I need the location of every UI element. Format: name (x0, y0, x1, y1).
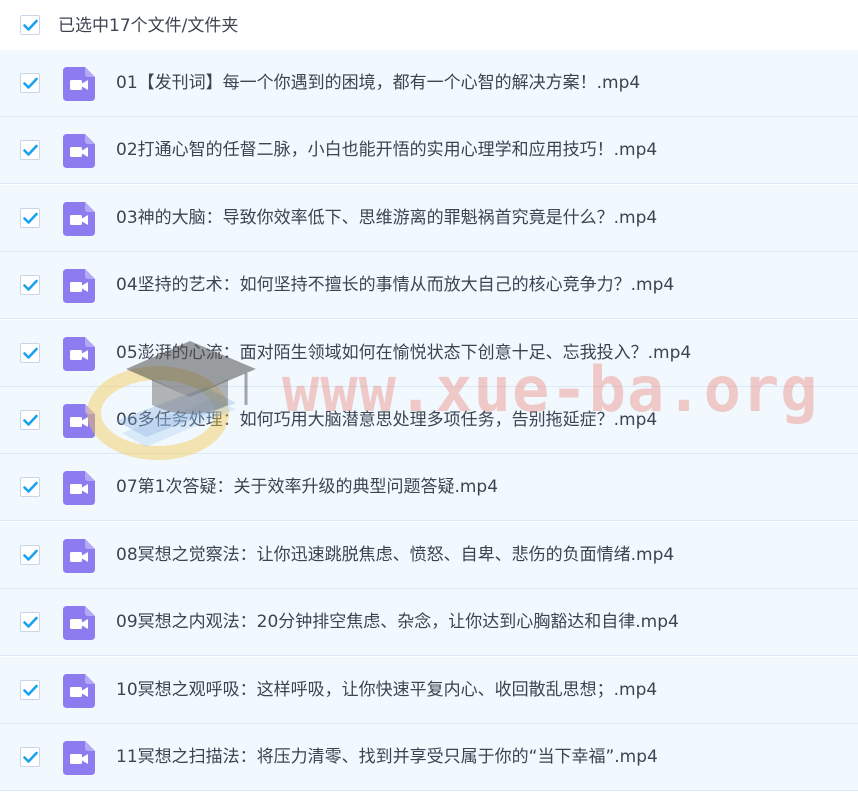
file-row[interactable]: 08冥想之觉察法：让你迅速跳脱焦虑、愤怒、自卑、悲伤的负面情绪.mp4 (0, 522, 858, 589)
file-row[interactable]: 05澎湃的心流：面对陌生领域如何在愉悦状态下创意十足、忘我投入？.mp4 (0, 320, 858, 387)
file-checkbox[interactable] (20, 140, 40, 160)
video-file-icon (63, 202, 95, 236)
file-row[interactable]: 11冥想之扫描法：将压力清零、找到并享受只属于你的“当下幸福”.mp4 (0, 724, 858, 791)
video-file-icon (63, 404, 95, 438)
checkbox-checked-icon (23, 481, 38, 493)
file-name[interactable]: 01【发刊词】每一个你遇到的困境，都有一个心智的解决方案！.mp4 (116, 71, 640, 95)
file-checkbox[interactable] (20, 477, 40, 497)
file-name[interactable]: 08冥想之觉察法：让你迅速跳脱焦虑、愤怒、自卑、悲伤的负面情绪.mp4 (116, 543, 674, 567)
file-name[interactable]: 09冥想之内观法：20分钟排空焦虑、杂念，让你达到心胸豁达和自律.mp4 (116, 610, 679, 634)
checkbox-checked-icon (23, 616, 38, 628)
video-file-icon (63, 674, 95, 708)
file-name[interactable]: 02打通心智的任督二脉，小白也能开悟的实用心理学和应用技巧！.mp4 (116, 138, 657, 162)
file-row[interactable]: 06多任务处理：如何巧用大脑潜意思处理多项任务，告别拖延症？.mp4 (0, 387, 858, 454)
video-file-icon (63, 471, 95, 505)
video-file-icon (63, 741, 95, 775)
checkbox-checked-icon (23, 549, 38, 561)
file-checkbox[interactable] (20, 545, 40, 565)
video-file-icon (63, 269, 95, 303)
checkbox-checked-icon (23, 347, 38, 359)
checkbox-checked-icon (23, 212, 38, 224)
video-file-icon (63, 67, 95, 101)
file-row[interactable]: 07第1次答疑：关于效率升级的典型问题答疑.mp4 (0, 454, 858, 521)
selection-count-label: 已选中17个文件/文件夹 (58, 16, 239, 36)
checkbox-checked-icon (23, 684, 38, 696)
file-checkbox[interactable] (20, 208, 40, 228)
file-row[interactable]: 09冥想之内观法：20分钟排空焦虑、杂念，让你达到心胸豁达和自律.mp4 (0, 589, 858, 656)
file-list-page: 已选中17个文件/文件夹 01【发刊词】每一个你遇到的困境，都有一个心智的解决方… (0, 0, 858, 792)
file-name[interactable]: 10冥想之观呼吸：这样呼吸，让你快速平复内心、收回散乱思想；.mp4 (116, 678, 657, 702)
selection-header: 已选中17个文件/文件夹 (0, 0, 858, 50)
video-file-icon (63, 134, 95, 168)
checkbox-checked-icon (23, 144, 38, 156)
checkbox-checked-icon (23, 19, 38, 31)
file-name[interactable]: 06多任务处理：如何巧用大脑潜意思处理多项任务，告别拖延症？.mp4 (116, 408, 657, 432)
file-row[interactable]: 04坚持的艺术：如何坚持不擅长的事情从而放大自己的核心竞争力？.mp4 (0, 252, 858, 319)
checkbox-checked-icon (23, 77, 38, 89)
file-name[interactable]: 07第1次答疑：关于效率升级的典型问题答疑.mp4 (116, 475, 498, 499)
file-row[interactable]: 01【发刊词】每一个你遇到的困境，都有一个心智的解决方案！.mp4 (0, 50, 858, 117)
video-file-icon (63, 606, 95, 640)
file-name[interactable]: 04坚持的艺术：如何坚持不擅长的事情从而放大自己的核心竞争力？.mp4 (116, 273, 674, 297)
file-name[interactable]: 03神的大脑：导致你效率低下、思维游离的罪魁祸首究竟是什么？.mp4 (116, 206, 657, 230)
file-name[interactable]: 05澎湃的心流：面对陌生领域如何在愉悦状态下创意十足、忘我投入？.mp4 (116, 341, 691, 365)
file-checkbox[interactable] (20, 612, 40, 632)
checkbox-checked-icon (23, 414, 38, 426)
file-row[interactable]: 02打通心智的任督二脉，小白也能开悟的实用心理学和应用技巧！.mp4 (0, 117, 858, 184)
file-row[interactable]: 10冥想之观呼吸：这样呼吸，让你快速平复内心、收回散乱思想；.mp4 (0, 657, 858, 724)
file-checkbox[interactable] (20, 680, 40, 700)
file-name[interactable]: 11冥想之扫描法：将压力清零、找到并享受只属于你的“当下幸福”.mp4 (116, 745, 658, 769)
select-all-checkbox[interactable] (20, 15, 40, 35)
video-file-icon (63, 539, 95, 573)
file-checkbox[interactable] (20, 747, 40, 767)
checkbox-checked-icon (23, 279, 38, 291)
checkbox-checked-icon (23, 751, 38, 763)
file-row[interactable]: 03神的大脑：导致你效率低下、思维游离的罪魁祸首究竟是什么？.mp4 (0, 185, 858, 252)
video-file-icon (63, 337, 95, 371)
file-checkbox[interactable] (20, 275, 40, 295)
file-checkbox[interactable] (20, 410, 40, 430)
file-checkbox[interactable] (20, 73, 40, 93)
file-checkbox[interactable] (20, 343, 40, 363)
